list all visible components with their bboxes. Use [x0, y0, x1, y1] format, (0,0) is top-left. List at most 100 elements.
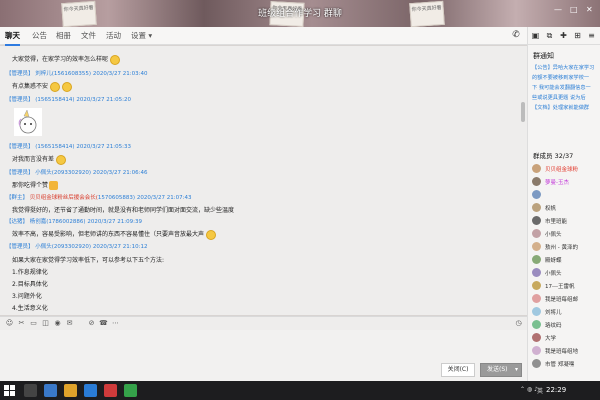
member-item[interactable]: 小佩头	[532, 229, 600, 239]
member-name: 萝曼-玉杰	[545, 180, 569, 186]
send-button[interactable]: 发送(S) ▾	[480, 363, 522, 377]
member-item[interactable]: 敖州 - 黄泽的	[532, 242, 600, 252]
tab-chat[interactable]: 聊天	[5, 30, 20, 46]
message-header: 【管理员】 (1565158414) 2020/3/27 21:05:33	[6, 144, 131, 150]
add-member-icon[interactable]: ✚	[558, 30, 569, 41]
minimize-button[interactable]: —	[554, 5, 562, 14]
history-icon[interactable]: ◷	[514, 319, 523, 328]
task-view-icon[interactable]	[44, 384, 57, 397]
message-header: 【管理员】 (1565158414) 2020/3/27 21:05:20	[6, 97, 131, 103]
member-item[interactable]: 刘将儿	[532, 307, 600, 317]
avatar	[532, 190, 541, 199]
video-call-icon[interactable]: ▣	[530, 30, 541, 41]
input-language[interactable]: 英	[537, 386, 543, 395]
search-icon[interactable]	[24, 384, 37, 397]
avatar	[532, 346, 541, 355]
avatar	[532, 216, 541, 225]
screenshot-icon[interactable]: ✂	[17, 319, 26, 328]
member-item[interactable]: 市里班能	[532, 216, 600, 226]
emoji-icon	[50, 81, 61, 92]
tab-settings[interactable]: 设置 ▾	[131, 30, 152, 41]
avatar	[532, 320, 541, 329]
member-name: 市管 郑凝嘿	[545, 362, 575, 368]
member-item[interactable]: 大学	[532, 333, 600, 343]
member-item[interactable]: 我是班每组邮	[532, 294, 600, 304]
member-item[interactable]: 17---王雷帆	[532, 281, 600, 291]
tab-album[interactable]: 相册	[56, 30, 71, 41]
image-icon[interactable]: ◫	[41, 319, 50, 328]
member-item[interactable]: 珞纹码	[532, 320, 600, 330]
tabs-bar: 聊天 公告 相册 文件 活动 设置 ▾ ✆	[0, 27, 527, 46]
message-text: 我觉得挺好的，还节省了通勤时间，就是没有和老师同学们面对面交流，缺少些温度	[12, 207, 235, 214]
notice-body[interactable]: 【公告】异哈大家在家学习 的额不要被移到家学校一 下 我可能会发翻翻信息一 些或…	[532, 63, 598, 113]
avatar	[532, 164, 541, 173]
title-bar: 你今天真好看 你今天真好看 你今天真好看 班级组合作学习 群聊 — □ ✕	[0, 0, 600, 27]
avatar	[532, 177, 541, 186]
member-name: 大学	[545, 336, 557, 342]
message-text: 有点集惑不安	[12, 81, 73, 92]
clock[interactable]: 22:29	[546, 386, 566, 394]
member-item[interactable]: 贝贝组金球粉	[532, 164, 600, 174]
member-item[interactable]: 萝曼-玉杰	[532, 177, 600, 187]
mail-icon[interactable]: ✉	[65, 319, 74, 328]
emoji-picker-icon[interactable]: ☺	[5, 319, 14, 328]
file-explorer-icon[interactable]	[64, 384, 77, 397]
message-text: 3.问题外化	[12, 293, 42, 300]
member-item[interactable]: 市管 郑凝嘿	[532, 359, 600, 369]
message-text: 那你吃得个赞	[12, 180, 59, 190]
block-icon[interactable]: ⊘	[87, 319, 96, 328]
tab-files[interactable]: 文件	[81, 30, 96, 41]
avatar	[532, 307, 541, 316]
phone-icon[interactable]: ✆	[510, 29, 522, 41]
member-item[interactable]: 权帆	[532, 203, 600, 213]
tab-activities[interactable]: 活动	[106, 30, 121, 41]
notice-title: 群通知	[533, 52, 554, 60]
avatar	[532, 281, 541, 290]
browser-icon[interactable]	[84, 384, 97, 397]
voice-icon[interactable]: ◉	[53, 319, 62, 328]
window-title: 班级组合作学习 群聊	[258, 9, 342, 19]
message-header: 【群主】 贝贝组金球粉丝后援会会长(1570605883) 2020/3/27 …	[6, 195, 192, 201]
file-icon[interactable]: ▭	[29, 319, 38, 328]
close-window-button[interactable]: ✕	[586, 5, 593, 14]
apps-icon[interactable]: ⊞	[572, 30, 583, 41]
qq-icon[interactable]	[124, 384, 137, 397]
thumbs-up-icon	[49, 181, 59, 190]
member-item[interactable]: 我是班每组地	[532, 346, 600, 356]
member-name: 我是班每组邮	[545, 297, 579, 303]
avatar	[532, 242, 541, 251]
taskbar: ⌃ ◍ ♪ 英 22:29	[0, 381, 600, 400]
close-button[interactable]: 关闭(C)	[441, 363, 475, 377]
member-name: 敖州 - 黄泽的	[545, 245, 578, 251]
windows-start-icon[interactable]	[4, 385, 15, 396]
avatar	[532, 294, 541, 303]
tab-announcements[interactable]: 公告	[32, 30, 47, 41]
message-header: 【管理员】 刘梓儿(1561608355) 2020/3/27 21:03:40	[6, 71, 148, 77]
member-name: 市里班能	[545, 219, 568, 225]
message-text: 1.作息规律化	[12, 269, 48, 276]
share-screen-icon[interactable]: ⧉	[544, 30, 555, 41]
members-title: 群成员 32/37	[533, 152, 574, 160]
chat-scrollbar-thumb[interactable]	[521, 102, 525, 122]
member-name: 我是班每组地	[545, 349, 579, 355]
message-text: 对我而言没有差	[12, 154, 67, 165]
chat-scrollbar[interactable]	[521, 48, 525, 313]
member-item[interactable]: 殿蚜蝶	[532, 255, 600, 265]
input-toolbar: ☺ ✂ ▭ ◫ ◉ ✉ ⊘ ☎ ⋯ ◷	[0, 316, 527, 330]
menu-icon[interactable]: ≡	[586, 30, 597, 41]
member-item[interactable]	[532, 190, 600, 200]
call-icon[interactable]: ☎	[99, 319, 108, 328]
maximize-button[interactable]: □	[570, 5, 578, 14]
member-item[interactable]: 小佩头	[532, 268, 600, 278]
avatar	[532, 359, 541, 368]
app-icon[interactable]	[104, 384, 117, 397]
send-options-icon[interactable]: ▾	[515, 364, 518, 376]
more-icon[interactable]: ⋯	[111, 319, 120, 328]
member-name: 小佩头	[545, 271, 562, 277]
member-name: 殿蚜蝶	[545, 258, 562, 264]
chat-history[interactable]: 大家觉得，在家学习的效率怎么样呢 【管理员】 刘梓儿(1561608355) 2…	[0, 46, 527, 315]
avatar	[532, 255, 541, 264]
tray-icons[interactable]: ⌃ ◍ ♪	[520, 386, 538, 393]
right-panel: ▣ ⧉ ✚ ⊞ ≡ 群通知 【公告】异哈大家在家学习 的额不要被移到家学校一 下…	[527, 27, 600, 381]
emoji-icon	[56, 154, 67, 165]
